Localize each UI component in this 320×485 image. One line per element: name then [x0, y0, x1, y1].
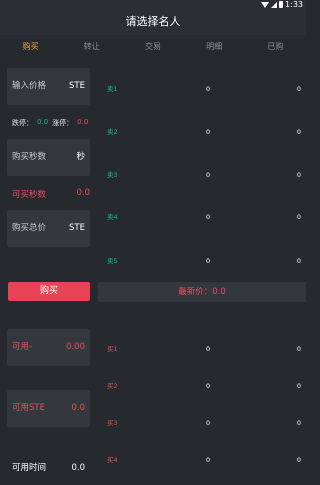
sell-price: 0 — [206, 85, 211, 93]
buy-amount: 0 — [296, 419, 301, 427]
buy-price: 0 — [206, 382, 211, 390]
sell-row-4: 卖4 0 0 — [107, 212, 303, 222]
limit-row: 跌停： 0.0 涨停： 0.0 — [12, 118, 88, 128]
limit-down-label: 跌停： — [12, 119, 33, 127]
available-ste-value: 0.0 — [71, 403, 85, 413]
buy-label: 买1 — [107, 345, 118, 353]
seconds-label: 购买秒数 — [12, 152, 47, 162]
available-time-value: 0.0 — [71, 463, 85, 473]
sell-label: 卖3 — [107, 171, 118, 179]
battery-icon — [279, 1, 284, 8]
available-seconds-value: 0.0 — [76, 188, 90, 198]
tab-purchased[interactable]: 已购 — [245, 35, 306, 58]
buy-row-1: 买1 0 0 — [107, 344, 303, 354]
sell-price: 0 — [206, 128, 211, 136]
seconds-unit: 秒 — [76, 152, 85, 162]
wifi-icon — [261, 1, 270, 8]
sell-amount: 0 — [296, 128, 301, 136]
tab-details[interactable]: 明细 — [184, 35, 245, 58]
sell-row-2: 卖2 0 0 — [107, 127, 303, 137]
page-title: 请选择名人 — [0, 9, 306, 35]
buy-label: 买4 — [107, 456, 118, 464]
sell-amount: 0 — [296, 213, 301, 221]
sell-label: 卖1 — [107, 85, 118, 93]
available-label: 可用- — [12, 342, 33, 352]
sell-amount: 0 — [296, 171, 301, 179]
buy-price: 0 — [206, 345, 211, 353]
tab-trade[interactable]: 交易 — [122, 35, 183, 58]
buy-amount: 0 — [296, 456, 301, 464]
sell-row-3: 卖3 0 0 — [107, 170, 303, 180]
available-time-field: 可用时间 0.0 — [7, 450, 90, 485]
total-price-field[interactable]: 购买总价 STE — [7, 210, 90, 247]
available-field: 可用- 0.00 — [7, 329, 90, 366]
sell-price: 0 — [206, 171, 211, 179]
available-time-label: 可用时间 — [12, 463, 47, 473]
buy-row-4: 买4 0 0 — [107, 455, 303, 465]
sell-label: 卖4 — [107, 213, 118, 221]
available-ste-label: 可用STE — [12, 403, 45, 413]
limit-down-value: 0.0 — [37, 118, 49, 126]
sell-amount: 0 — [296, 257, 301, 265]
buy-row-2: 买2 0 0 — [107, 381, 303, 391]
available-ste-field: 可用STE 0.0 — [7, 390, 90, 427]
seconds-input[interactable]: 购买秒数 秒 — [7, 139, 90, 176]
available-value: 0.00 — [66, 342, 85, 352]
buy-label: 买3 — [107, 419, 118, 427]
price-label: 输入价格 — [12, 81, 47, 91]
limit-up-value: 0.0 — [77, 118, 89, 126]
tab-buy[interactable]: 购买 — [0, 35, 61, 58]
buy-amount: 0 — [296, 345, 301, 353]
price-unit: STE — [69, 81, 85, 91]
sell-row-5: 卖5 0 0 — [107, 256, 303, 266]
status-icons: 1:33 — [261, 0, 303, 9]
buy-amount: 0 — [296, 382, 301, 390]
status-time: 1:33 — [285, 0, 303, 9]
available-seconds-label: 可买秒数 — [12, 190, 47, 200]
sell-price: 0 — [206, 257, 211, 265]
tab-transfer[interactable]: 转让 — [61, 35, 122, 58]
total-label: 购买总价 — [12, 223, 47, 233]
available-seconds-row: 可买秒数 0.0 — [12, 188, 90, 200]
sell-row-1: 卖1 0 0 — [107, 84, 303, 94]
sell-label: 卖2 — [107, 128, 118, 136]
sell-price: 0 — [206, 213, 211, 221]
signal-icon — [271, 1, 278, 8]
sell-amount: 0 — [296, 85, 301, 93]
buy-button[interactable]: 购买 — [8, 282, 90, 301]
status-bar: 1:33 — [0, 0, 306, 9]
tab-bar: 购买 转让 交易 明细 已购 — [0, 35, 306, 58]
price-input[interactable]: 输入价格 STE — [7, 68, 90, 105]
limit-up-label: 涨停： — [52, 119, 74, 127]
sell-label: 卖5 — [107, 257, 118, 265]
buy-label: 买2 — [107, 382, 118, 390]
buy-row-3: 买3 0 0 — [107, 418, 303, 428]
buy-price: 0 — [206, 456, 211, 464]
total-unit: STE — [69, 223, 85, 233]
latest-price: 最新价：0.0 — [98, 282, 306, 302]
buy-price: 0 — [206, 419, 211, 427]
